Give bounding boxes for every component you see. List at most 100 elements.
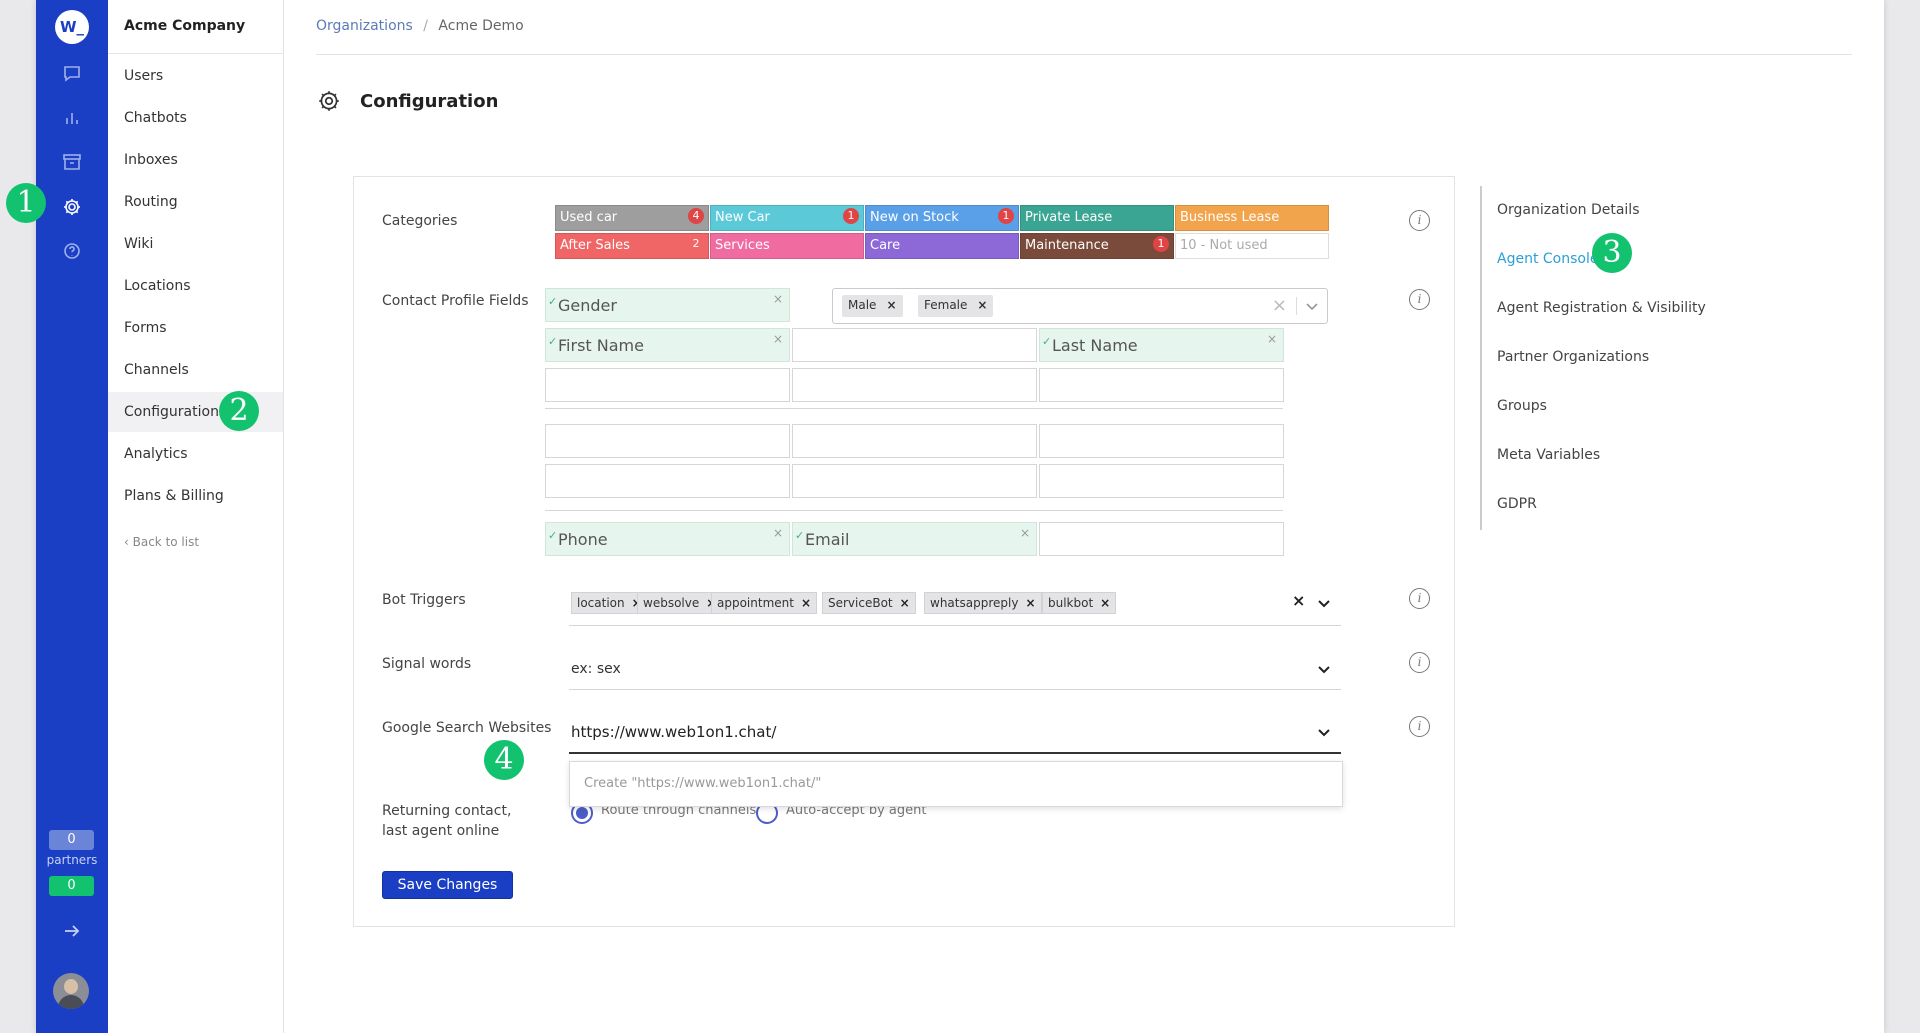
input-underline	[569, 752, 1341, 754]
archive-icon[interactable]	[60, 150, 84, 174]
divider	[1296, 297, 1297, 315]
sidebar-item-chatbots[interactable]: Chatbots	[108, 98, 283, 138]
remove-field-icon[interactable]: ×	[773, 332, 783, 346]
chevron-down-icon[interactable]	[1305, 299, 1319, 313]
category-count-badge: 4	[688, 208, 704, 224]
sidebar-item-wiki[interactable]: Wiki	[108, 224, 283, 264]
breadcrumb-organizations[interactable]: Organizations	[316, 18, 413, 34]
breadcrumb: Organizations / Acme Demo	[316, 18, 524, 34]
arrow-right-icon[interactable]	[60, 919, 84, 943]
category-tag[interactable]: Used car 4	[555, 205, 709, 231]
check-icon: ✓	[795, 529, 805, 542]
avatar[interactable]	[53, 973, 89, 1009]
profile-field-slot[interactable]	[792, 368, 1037, 402]
category-tag[interactable]: Services	[710, 233, 864, 259]
chevron-down-icon[interactable]	[1317, 596, 1331, 610]
divider	[569, 625, 1341, 626]
profile-field-slot[interactable]	[545, 424, 790, 458]
email-field[interactable]: ✓ Email ×	[792, 522, 1037, 556]
gender-options-select[interactable]: Male × Female × ×	[832, 288, 1328, 324]
nav-gdpr[interactable]: GDPR	[1497, 496, 1537, 512]
gear-icon[interactable]	[60, 195, 84, 219]
first-name-label: First Name	[558, 336, 644, 355]
sidebar-item-analytics[interactable]: Analytics	[108, 434, 283, 474]
category-tag[interactable]: Maintenance 1	[1020, 233, 1174, 259]
option-chip-label: Female	[924, 298, 968, 312]
google-search-input[interactable]: https://www.web1on1.chat/	[571, 723, 776, 741]
remove-field-icon[interactable]: ×	[773, 526, 783, 540]
remove-tag-icon[interactable]: ×	[1025, 596, 1035, 610]
clear-icon[interactable]: ×	[1292, 591, 1305, 610]
sidebar-item-forms[interactable]: Forms	[108, 308, 283, 348]
chevron-down-icon[interactable]	[1317, 725, 1331, 739]
bar-chart-icon[interactable]	[60, 106, 84, 130]
nav-agent-console[interactable]: Agent Console	[1497, 251, 1598, 267]
profile-field-slot[interactable]	[1039, 522, 1284, 556]
remove-option-icon[interactable]: ×	[977, 298, 987, 312]
category-label: Business Lease	[1180, 210, 1280, 225]
nav-organization-details[interactable]: Organization Details	[1497, 202, 1640, 218]
remove-tag-icon[interactable]: ×	[801, 596, 811, 610]
sidebar-item-inboxes[interactable]: Inboxes	[108, 140, 283, 180]
info-icon[interactable]: i	[1409, 210, 1430, 231]
category-tag[interactable]: 10 - Not used	[1175, 233, 1329, 259]
help-icon[interactable]	[60, 239, 84, 263]
category-tag[interactable]: Care	[865, 233, 1019, 259]
gender-field-label: Gender	[558, 296, 617, 315]
last-name-field[interactable]: ✓ Last Name ×	[1039, 328, 1284, 362]
sidebar-item-plans-billing[interactable]: Plans & Billing	[108, 476, 283, 516]
remove-field-icon[interactable]: ×	[773, 292, 783, 306]
profile-field-slot[interactable]	[1039, 464, 1284, 498]
remove-field-icon[interactable]: ×	[1020, 526, 1030, 540]
info-icon[interactable]: i	[1409, 289, 1430, 310]
phone-field[interactable]: ✓ Phone ×	[545, 522, 790, 556]
sidebar-item-users[interactable]: Users	[108, 56, 283, 96]
back-to-list-link[interactable]: ‹ Back to list	[124, 535, 199, 549]
category-tag[interactable]: Private Lease	[1020, 205, 1174, 231]
nav-agent-registration[interactable]: Agent Registration & Visibility	[1497, 300, 1706, 316]
profile-field-slot[interactable]	[792, 464, 1037, 498]
chevron-left-icon: ‹	[124, 535, 133, 549]
signal-words-input[interactable]: ex: sex	[571, 661, 621, 677]
sidebar-item-locations[interactable]: Locations	[108, 266, 283, 306]
remove-option-icon[interactable]: ×	[886, 298, 896, 312]
option-chip: Male ×	[842, 295, 903, 317]
nav-meta-variables[interactable]: Meta Variables	[1497, 447, 1600, 463]
chevron-down-icon[interactable]	[1317, 662, 1331, 676]
create-option[interactable]: Create "https://www.web1on1.chat/"	[584, 776, 821, 791]
back-to-list-label: Back to list	[132, 535, 200, 549]
category-tag[interactable]: Business Lease	[1175, 205, 1329, 231]
nav-partner-organizations[interactable]: Partner Organizations	[1497, 349, 1649, 365]
clear-icon[interactable]: ×	[1272, 295, 1287, 316]
info-icon[interactable]: i	[1409, 588, 1430, 609]
last-name-label: Last Name	[1052, 336, 1138, 355]
info-icon[interactable]: i	[1409, 716, 1430, 737]
profile-field-slot[interactable]	[545, 368, 790, 402]
step-marker: 3	[1592, 233, 1632, 273]
remove-tag-icon[interactable]: ×	[900, 596, 910, 610]
category-tag[interactable]: New on Stock 1	[865, 205, 1019, 231]
first-name-field[interactable]: ✓ First Name ×	[545, 328, 790, 362]
sidebar-item-channels[interactable]: Channels	[108, 350, 283, 390]
gender-field[interactable]: ✓ Gender ×	[545, 288, 790, 322]
profile-field-slot[interactable]	[792, 424, 1037, 458]
option-chip: Female ×	[918, 295, 994, 317]
profile-field-slot[interactable]	[545, 464, 790, 498]
profile-field-slot[interactable]	[1039, 368, 1284, 402]
page-title: Configuration	[316, 88, 498, 114]
online-count: 0	[49, 876, 94, 896]
partners-label: partners	[46, 853, 98, 867]
save-changes-button[interactable]: Save Changes	[382, 871, 513, 899]
remove-field-icon[interactable]: ×	[1267, 332, 1277, 346]
chat-icon[interactable]	[60, 62, 84, 86]
breadcrumb-separator: /	[423, 18, 428, 34]
logo[interactable]: W_	[55, 10, 89, 44]
profile-field-slot[interactable]	[1039, 424, 1284, 458]
category-tag[interactable]: New Car 1	[710, 205, 864, 231]
remove-tag-icon[interactable]: ×	[1100, 596, 1110, 610]
nav-groups[interactable]: Groups	[1497, 398, 1547, 414]
sidebar-item-routing[interactable]: Routing	[108, 182, 283, 222]
info-icon[interactable]: i	[1409, 652, 1430, 673]
category-tag[interactable]: After Sales 2	[555, 233, 709, 259]
profile-field-slot[interactable]	[792, 328, 1037, 362]
